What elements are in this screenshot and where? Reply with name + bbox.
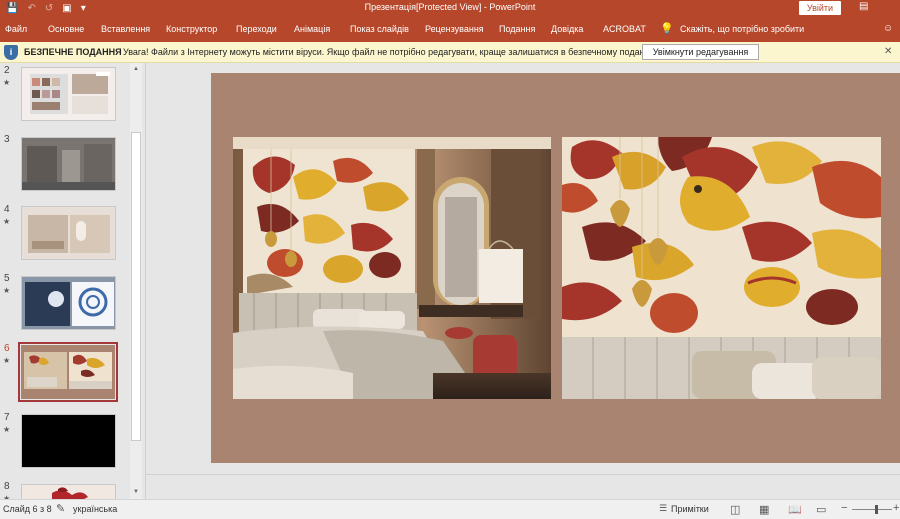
tab-acrobat[interactable]: ACROBAT	[603, 24, 646, 34]
slide-thumbnail-2[interactable]	[21, 67, 116, 121]
mural-image	[562, 137, 881, 399]
tab-design[interactable]: Конструктор	[166, 24, 217, 34]
scrollbar-thumb[interactable]	[131, 132, 141, 441]
slide-thumbnail-5[interactable]	[21, 276, 116, 330]
slide-thumbnail-panel: 2 ★ 3 4 ★ 5 ★ 6 ★ 7 ★ 8 ★	[0, 63, 145, 499]
slide-thumbnail-8[interactable]	[21, 484, 116, 499]
slide-number: 5	[4, 273, 10, 284]
slide-counter: Слайд 6 з 8	[3, 504, 52, 514]
tab-review[interactable]: Рецензування	[425, 24, 484, 34]
slide-thumbnail-3[interactable]	[21, 137, 116, 191]
close-icon[interactable]: ✕	[884, 46, 892, 57]
spelling-check-icon[interactable]: ✎	[56, 502, 65, 515]
ribbon-display-icon[interactable]: ▤	[859, 1, 868, 12]
bedroom-image	[233, 137, 551, 399]
slide-thumbnail-6[interactable]	[21, 345, 115, 399]
zoom-slider-thumb[interactable]	[875, 505, 878, 514]
normal-view-icon[interactable]: ◫	[730, 503, 740, 516]
scroll-down-icon[interactable]: ▼	[133, 489, 139, 495]
slide-sorter-icon[interactable]: ▦	[759, 503, 769, 516]
status-bar: Слайд 6 з 8 ✎ українська ☰ Примітки ◫ ▦ …	[0, 499, 900, 519]
slide-number: 7	[4, 412, 10, 423]
animation-star-icon: ★	[3, 286, 11, 295]
current-slide[interactable]	[211, 73, 900, 463]
slide-thumbnail-4[interactable]	[21, 206, 116, 260]
tab-help[interactable]: Довідка	[551, 24, 583, 34]
animation-star-icon: ★	[3, 78, 11, 87]
title-bar: 💾 ↶ ↺ ▣ ▾ Презентація[Protected View] - …	[0, 0, 900, 17]
slide-thumbnail-7[interactable]	[21, 414, 116, 468]
share-user-icon[interactable]: ☺	[883, 23, 893, 34]
zoom-slider[interactable]	[852, 509, 892, 510]
tell-me-search[interactable]: Скажіть, що потрібно зробити	[680, 24, 804, 34]
zoom-out-icon[interactable]: −	[841, 502, 847, 514]
sign-in-button[interactable]: Увійти	[799, 1, 841, 15]
shield-icon: i	[4, 45, 18, 60]
slide-6-preview	[21, 345, 115, 399]
animation-star-icon: ★	[3, 425, 11, 434]
slide-number: 4	[4, 204, 10, 215]
slide-number: 8	[4, 481, 10, 492]
lightbulb-icon[interactable]: 💡	[660, 22, 674, 35]
window-title: Презентація[Protected View] - PowerPoint	[364, 2, 536, 12]
language-indicator[interactable]: українська	[73, 504, 117, 514]
notes-icon[interactable]: ☰	[659, 503, 667, 514]
animation-star-icon: ★	[3, 356, 11, 365]
protected-view-message: Увага! Файли з Інтернету можуть містити …	[123, 47, 655, 57]
ribbon-tabs: Файл Основне Вставлення Конструктор Пере…	[0, 17, 900, 42]
notes-divider[interactable]	[146, 474, 900, 475]
slide-4-preview	[22, 207, 115, 259]
slide-5-preview	[22, 277, 115, 329]
tab-file[interactable]: Файл	[5, 24, 27, 34]
protected-view-bar: i БЕЗПЕЧНЕ ПОДАННЯ Увага! Файли з Інтерн…	[0, 42, 900, 63]
slideshow-icon[interactable]: ▭	[816, 503, 826, 516]
tab-animations[interactable]: Анімація	[294, 24, 330, 34]
scroll-up-icon[interactable]: ▲	[133, 66, 139, 72]
slide-number: 2	[4, 65, 10, 76]
protected-view-title: БЕЗПЕЧНЕ ПОДАННЯ	[24, 47, 122, 57]
mural-photo[interactable]	[562, 137, 881, 399]
tab-transitions[interactable]: Переходи	[236, 24, 277, 34]
slide-8-preview	[22, 485, 115, 499]
slide-2-preview	[22, 68, 115, 120]
animation-star-icon: ★	[3, 217, 11, 226]
reading-view-icon[interactable]: 📖	[788, 503, 802, 516]
slide-number: 3	[4, 134, 10, 145]
zoom-in-icon[interactable]: +	[893, 502, 899, 514]
tab-slideshow[interactable]: Показ слайдів	[350, 24, 409, 34]
tab-home[interactable]: Основне	[48, 24, 84, 34]
tab-insert[interactable]: Вставлення	[101, 24, 150, 34]
slide-number: 6	[4, 343, 10, 354]
tab-view[interactable]: Подання	[499, 24, 535, 34]
notes-button[interactable]: Примітки	[671, 504, 709, 514]
slide-3-preview	[22, 138, 115, 190]
enable-editing-button[interactable]: Увімкнути редагування	[642, 44, 759, 60]
bedroom-photo[interactable]	[233, 137, 551, 399]
